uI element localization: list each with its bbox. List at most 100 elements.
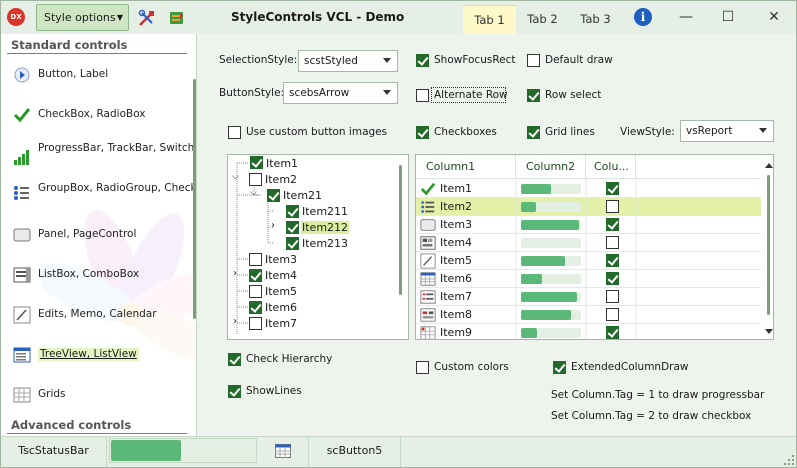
nav-item-treeview-listview[interactable]: TreeView, ListView — [11, 344, 191, 380]
tree-node-label: Item213 — [302, 237, 349, 250]
status-button[interactable]: scButton5 — [309, 437, 401, 467]
tab-3[interactable]: Tab 3 — [569, 5, 622, 34]
selection-style-combo[interactable]: scstStyled — [298, 50, 398, 72]
check-hierarchy-checkbox[interactable] — [228, 353, 241, 366]
button-style-combo[interactable]: scebsArrow — [283, 82, 398, 104]
list-header: Column1 Column2 Colu... — [416, 155, 761, 179]
nav-item-listbox-combobox[interactable]: ListBox, ComboBox — [11, 264, 191, 300]
grid-icon — [13, 387, 31, 403]
nav-item-groupbox[interactable]: GroupBox, RadioGroup, CheckGroup — [11, 180, 197, 216]
button-icon — [14, 67, 30, 83]
button-style-value: scebsArrow — [289, 87, 350, 99]
view-style-combo[interactable]: vsReport — [680, 120, 774, 142]
nav-label: CheckBox, RadioBox — [38, 108, 146, 120]
show-focus-rect-checkbox[interactable] — [416, 54, 429, 67]
extended-column-draw-checkbox[interactable] — [553, 361, 566, 374]
tree-node-checkbox[interactable] — [286, 205, 299, 218]
tree-node-checkbox[interactable] — [249, 173, 262, 186]
chevron-right-icon[interactable]: › — [233, 316, 237, 327]
chevron-down-icon — [383, 58, 391, 63]
custom-colors-checkbox[interactable] — [416, 361, 429, 374]
window-title: StyleControls VCL - Demo — [231, 10, 405, 24]
chevron-right-icon[interactable]: › — [271, 220, 275, 231]
tree-node-checkbox[interactable] — [267, 189, 280, 202]
tab-2[interactable]: Tab 2 — [516, 5, 569, 34]
refresh-icon[interactable] — [168, 9, 186, 27]
minimize-button[interactable]: — — [673, 5, 699, 29]
tree-view[interactable]: Item1 ⌵ Item2 ⌵ Item21 Item211 › Item212… — [227, 154, 409, 340]
tree-node-checkbox[interactable] — [286, 221, 299, 234]
list-scrollbar[interactable] — [765, 161, 773, 336]
chevron-down-icon[interactable]: ⌵ — [250, 188, 257, 198]
tree-node-label: Item21 — [283, 189, 323, 202]
chevron-down-icon — [383, 90, 391, 95]
check-hierarchy-label: Check Hierarchy — [246, 353, 333, 365]
status-calendar-button[interactable] — [257, 437, 309, 467]
column-header-3[interactable]: Colu... — [586, 155, 636, 179]
main-window: DX Style options ▼ StyleControls VCL - D… — [0, 0, 797, 468]
treeview-icon — [13, 347, 31, 363]
note-progressbar: Set Column.Tag = 1 to draw progressbar — [551, 389, 765, 401]
title-bar: DX Style options ▼ StyleControls VCL - D… — [1, 1, 796, 34]
scroll-up-icon[interactable] — [765, 163, 773, 168]
tree-node-checkbox[interactable] — [249, 317, 262, 330]
close-button[interactable]: ✕ — [761, 5, 787, 29]
maximize-button[interactable]: ☐ — [715, 5, 741, 29]
tree-node-checkbox[interactable] — [249, 301, 262, 314]
status-label: TscStatusBar — [1, 437, 107, 467]
section-divider — [7, 53, 187, 54]
tree-scrollbar[interactable] — [399, 165, 402, 295]
show-lines-checkbox[interactable] — [228, 385, 241, 398]
grid-lines-checkbox[interactable] — [527, 126, 540, 139]
tree-node-checkbox[interactable] — [249, 269, 262, 282]
nav-item-progressbar[interactable]: ProgressBar, TrackBar, Switch, ActivityI… — [11, 140, 196, 176]
app-icon[interactable]: DX — [7, 8, 25, 26]
tree-node-checkbox[interactable] — [286, 237, 299, 250]
edit-icon — [13, 306, 31, 324]
nav-label: ListBox, ComboBox — [38, 268, 140, 280]
chevron-down-icon[interactable]: ⌵ — [232, 172, 239, 182]
grid-lines-label: Grid lines — [545, 126, 595, 138]
section-divider — [7, 433, 187, 434]
nav-item-button-label[interactable]: Button, Label — [11, 64, 191, 100]
tab-1[interactable]: Tab 1 — [463, 5, 516, 34]
column-header-1[interactable]: Column1 — [416, 155, 516, 179]
default-draw-checkbox[interactable] — [527, 54, 540, 67]
nav-item-panel-pagecontrol[interactable]: Panel, PageControl — [11, 224, 191, 260]
nav-item-checkbox-radiobox[interactable]: CheckBox, RadioBox — [11, 104, 191, 140]
content-area: SelectionStyle: scstStyled ButtonStyle: … — [200, 34, 796, 436]
chevron-down-icon — [759, 128, 767, 133]
list-view[interactable]: Column1 Column2 Colu... Item1 Item2 Item3 I… — [415, 154, 774, 340]
info-icon[interactable]: i — [634, 8, 652, 26]
sidebar: Standard controls Button, Label CheckBox… — [1, 34, 197, 436]
sidebar-scrollbar[interactable] — [193, 79, 196, 319]
tree-node-label: Item211 — [302, 205, 349, 218]
status-progress-fill — [111, 440, 181, 461]
alternate-row-label: Alternate Row — [434, 89, 508, 101]
nav-label: GroupBox, RadioGroup, CheckGroup — [38, 182, 197, 194]
section-standard-controls: Standard controls — [11, 38, 128, 52]
show-focus-rect-label: ShowFocusRect — [434, 54, 516, 66]
view-style-label: ViewStyle: — [620, 126, 675, 138]
style-options-button[interactable]: Style options ▼ — [36, 4, 129, 31]
section-advanced-controls: Advanced controls — [11, 418, 132, 432]
note-checkbox: Set Column.Tag = 2 to draw checkbox — [551, 410, 752, 422]
show-lines-label: ShowLines — [246, 385, 302, 397]
tools-icon[interactable] — [138, 9, 156, 27]
default-draw-label: Default draw — [545, 54, 613, 66]
resize-grip-icon[interactable] — [783, 454, 795, 466]
chevron-down-icon: ▼ — [116, 13, 123, 22]
status-bar: TscStatusBar scButton5 — [1, 436, 796, 467]
row-select-checkbox[interactable] — [527, 89, 540, 102]
scroll-down-icon[interactable] — [765, 329, 773, 334]
custom-button-images-checkbox[interactable] — [228, 126, 241, 139]
tree-node-checkbox[interactable] — [249, 285, 262, 298]
nav-item-edits-memo-calendar[interactable]: Edits, Memo, Calendar — [11, 304, 191, 340]
tree-node-checkbox[interactable] — [249, 253, 262, 266]
checkboxes-checkbox[interactable] — [416, 126, 429, 139]
scroll-thumb[interactable] — [767, 175, 770, 315]
chevron-right-icon[interactable]: › — [233, 268, 237, 279]
alternate-row-checkbox[interactable] — [416, 89, 429, 102]
nav-item-grids[interactable]: Grids — [11, 384, 191, 420]
column-header-2[interactable]: Column2 — [516, 155, 586, 179]
